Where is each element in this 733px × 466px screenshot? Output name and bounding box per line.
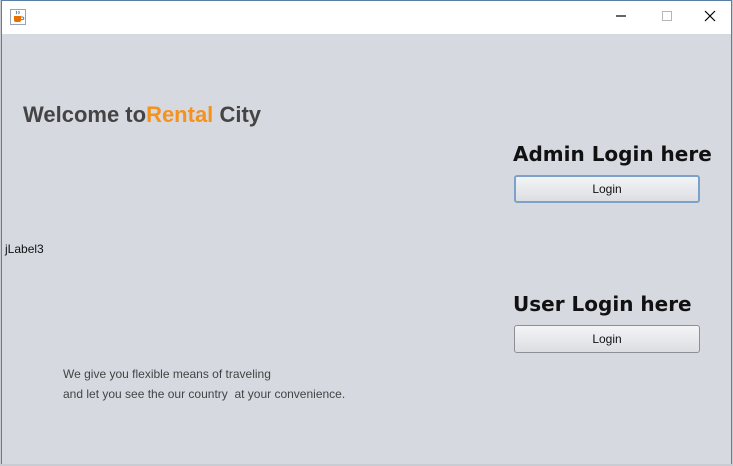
tagline: We give you flexible means of traveling … (63, 364, 345, 404)
tagline-line-2: and let you see the our country at your … (63, 387, 346, 401)
main-panel: Welcome toRental City Admin Login here L… (2, 34, 731, 464)
admin-login-title: Admin Login here (513, 142, 712, 166)
close-button[interactable] (687, 1, 733, 34)
close-icon (704, 9, 716, 27)
user-login-button[interactable]: Login (514, 325, 700, 353)
maximize-icon (661, 9, 673, 27)
maximize-button[interactable] (644, 1, 690, 34)
tagline-line-1: We give you flexible means of traveling (63, 367, 271, 381)
welcome-heading: Welcome toRental City (23, 102, 261, 128)
admin-login-button[interactable]: Login (514, 175, 700, 203)
minimize-icon (615, 9, 627, 27)
brand-suffix: City (219, 102, 261, 127)
java-cup-icon (10, 9, 26, 25)
brand-accent: Rental (146, 102, 214, 127)
app-window: Welcome toRental City Admin Login here L… (1, 0, 732, 464)
minimize-button[interactable] (598, 1, 644, 34)
welcome-prefix: Welcome to (23, 102, 147, 127)
title-bar[interactable] (2, 1, 731, 34)
user-login-title: User Login here (513, 292, 692, 316)
placeholder-label: jLabel3 (5, 242, 44, 256)
